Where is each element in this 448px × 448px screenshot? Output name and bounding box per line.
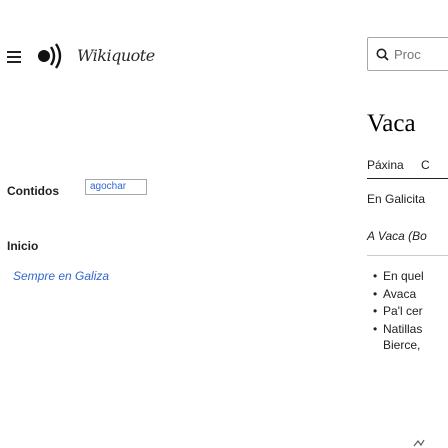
quote-list: En quel Avaca Pa'l cer Natillas <box>373 268 424 338</box>
page-title: Vaca <box>367 110 416 137</box>
tab-discussion[interactable]: C <box>421 158 430 172</box>
toc-item-sempre-en-galiza[interactable]: Sempre en Galiza <box>13 269 109 283</box>
section-divider <box>367 255 448 256</box>
intro-text: En Galicita <box>367 192 426 206</box>
toc-hide-button[interactable]: agochar <box>85 179 147 195</box>
list-item: Pa'l cer <box>373 303 424 321</box>
radio-waves-logo-icon[interactable] <box>36 41 66 71</box>
toc-title: Contidos <box>7 184 59 198</box>
text-fragment-icon <box>413 439 425 447</box>
site-wordmark[interactable]: Wikiquote <box>77 46 155 65</box>
tabs-divider <box>367 178 448 179</box>
list-item-continuation: Bierce, <box>383 338 421 352</box>
list-item: En quel <box>373 268 424 286</box>
search-icon <box>376 48 389 61</box>
page-tabs: Páxina C <box>367 158 430 172</box>
search-input[interactable] <box>394 46 444 62</box>
hatnote: A Vaca (Bo <box>367 229 427 243</box>
list-item: Natillas <box>373 321 424 339</box>
list-item: Avaca <box>373 286 424 304</box>
tab-page[interactable]: Páxina <box>367 158 404 172</box>
hamburger-menu-icon[interactable] <box>7 51 21 63</box>
search-box[interactable] <box>367 37 448 71</box>
toc-item-inicio[interactable]: Inicio <box>7 239 38 253</box>
